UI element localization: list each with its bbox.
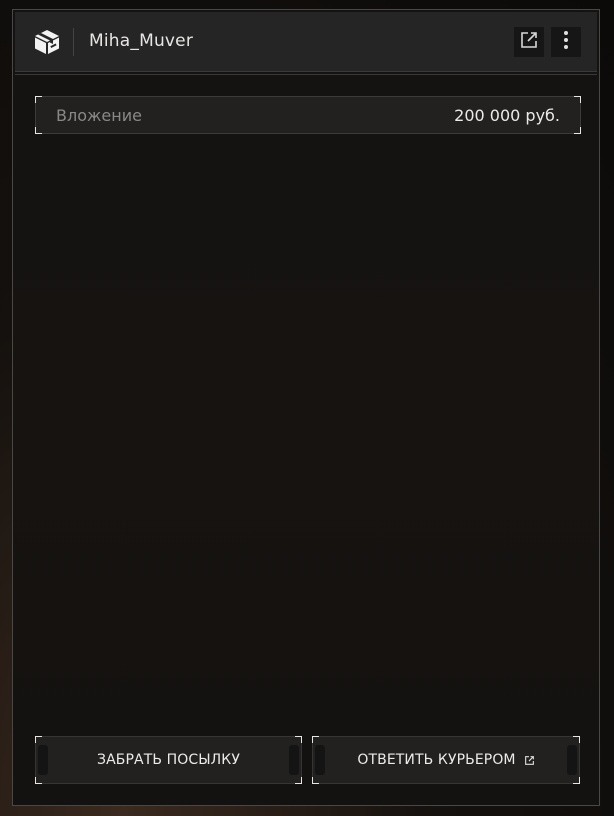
header-divider xyxy=(73,28,74,56)
investment-label: Вложение xyxy=(56,106,142,125)
external-link-icon xyxy=(524,755,535,766)
more-options-button[interactable] xyxy=(551,27,581,57)
corner-accent xyxy=(312,736,319,743)
investment-value: 200 000 руб. xyxy=(454,106,560,125)
button-side-notch xyxy=(567,745,577,775)
investment-row: Вложение 200 000 руб. xyxy=(35,96,581,134)
reply-courier-label: ОТВЕТИТЬ КУРЬЕРОМ xyxy=(357,752,516,768)
corner-accent xyxy=(295,777,302,784)
corner-accent xyxy=(35,127,42,134)
button-side-notch xyxy=(315,745,325,775)
corner-accent xyxy=(295,736,302,743)
corner-accent xyxy=(35,777,42,784)
corner-accent xyxy=(574,127,581,134)
reply-courier-button[interactable]: ОТВЕТИТЬ КУРЬЕРОМ xyxy=(312,736,580,784)
external-link-icon xyxy=(519,30,539,54)
more-vertical-icon xyxy=(563,30,569,54)
package-box-icon xyxy=(33,28,61,56)
corner-accent xyxy=(35,96,42,103)
corner-accent xyxy=(35,736,42,743)
window-title: Miha_Muver xyxy=(89,31,194,51)
button-side-notch xyxy=(38,745,48,775)
take-parcel-button[interactable]: ЗАБРАТЬ ПОСЫЛКУ xyxy=(35,736,302,784)
corner-accent xyxy=(573,777,580,784)
button-side-notch xyxy=(289,745,299,775)
window-header: Miha_Muver xyxy=(15,12,597,75)
open-external-button[interactable] xyxy=(514,27,544,57)
corner-accent xyxy=(312,777,319,784)
corner-accent xyxy=(573,736,580,743)
take-parcel-label: ЗАБРАТЬ ПОСЫЛКУ xyxy=(97,752,240,768)
parcel-window: Miha_Muver Вложение 200 000 руб. ЗАБРАТЬ… xyxy=(12,9,600,806)
corner-accent xyxy=(574,96,581,103)
background: Miha_Muver Вложение 200 000 руб. ЗАБРАТЬ… xyxy=(0,0,614,816)
